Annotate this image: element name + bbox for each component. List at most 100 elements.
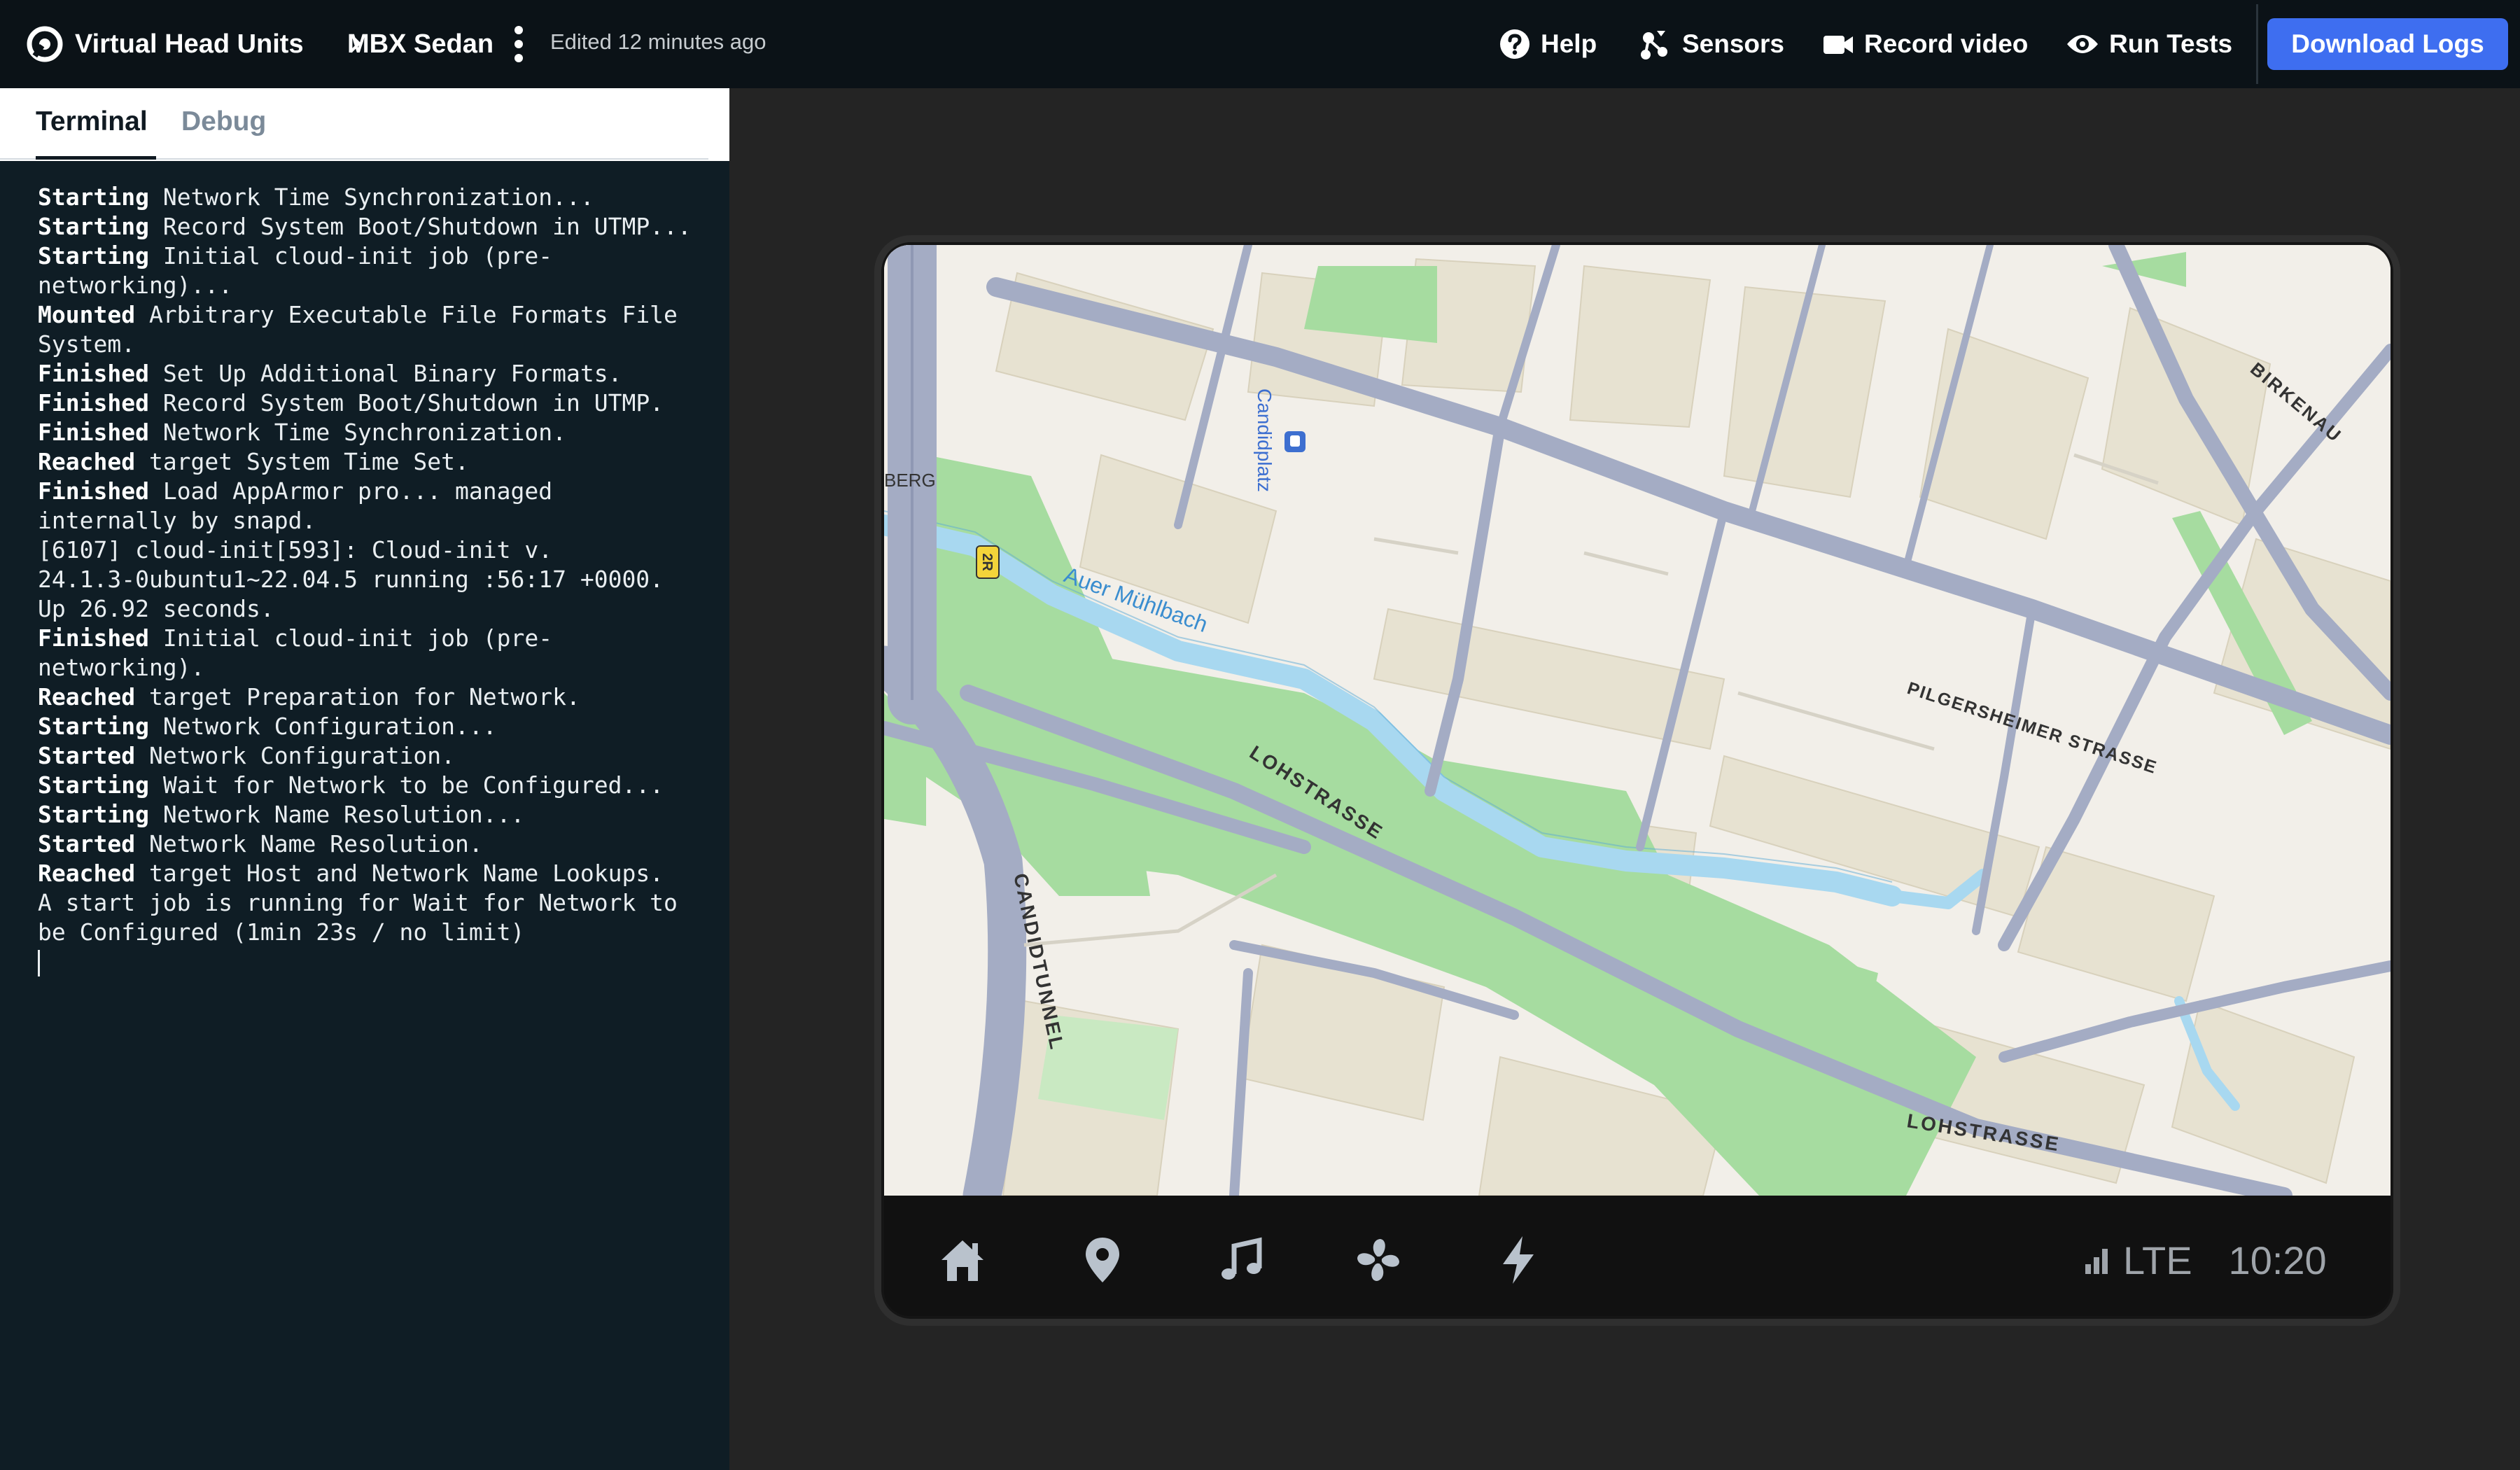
terminal-text: Record System Boot/Shutdown in UTMP. xyxy=(148,389,664,416)
route-shield-icon: 2R xyxy=(976,545,1000,579)
terminal-text: 24.1.3-0ubuntu1~22.04.5 running :56:17 +… xyxy=(38,566,664,593)
brand-logo-icon[interactable] xyxy=(27,26,63,62)
terminal-line: Starting Network Name Resolution... xyxy=(38,800,710,830)
terminal-line: Starting Network Time Synchronization... xyxy=(38,183,710,212)
terminal-text: Set Up Additional Binary Formats. xyxy=(148,360,622,387)
terminal-status: Mounted xyxy=(38,301,136,328)
terminal-text: Load AppArmor pro... managed xyxy=(148,477,553,505)
terminal-text: Network Name Resolution... xyxy=(148,801,525,828)
terminal-line: [6107] cloud-init[593]: Cloud-init v. xyxy=(38,536,710,565)
tab-debug[interactable]: Debug xyxy=(181,102,266,141)
terminal-status: Starting xyxy=(38,213,149,240)
terminal-status: Finished xyxy=(38,477,149,505)
terminal-line: Reached target System Time Set. xyxy=(38,447,710,477)
breadcrumb-virtual-head-units[interactable]: Virtual Head Units xyxy=(75,24,304,64)
help-button[interactable]: Help xyxy=(1499,21,1597,67)
terminal-text: Up 26.92 seconds. xyxy=(38,595,274,622)
map-label-candidplatz: Candidplatz xyxy=(1254,388,1275,492)
terminal-line: networking). xyxy=(38,653,710,682)
terminal-line: A start job is running for Wait for Netw… xyxy=(38,888,710,918)
terminal-line: Mounted Arbitrary Executable File Format… xyxy=(38,300,710,330)
music-note-icon[interactable] xyxy=(1213,1232,1269,1288)
terminal-line: 24.1.3-0ubuntu1~22.04.5 running :56:17 +… xyxy=(38,565,710,594)
video-camera-icon xyxy=(1823,36,1853,54)
terminal-line: internally by snapd. xyxy=(38,506,710,536)
terminal-status: Finished xyxy=(38,389,149,416)
status-area: LTE 10:20 xyxy=(2082,1238,2327,1282)
svg-text:2R: 2R xyxy=(979,553,995,571)
more-options-icon[interactable] xyxy=(509,24,528,64)
toolbar-divider xyxy=(2256,4,2258,84)
terminal-cursor xyxy=(38,950,40,976)
terminal-output[interactable]: Starting Network Time Synchronization...… xyxy=(38,183,710,976)
terminal-text: Initial cloud-init job (pre- xyxy=(148,242,553,270)
signal-strength-icon xyxy=(2085,1249,2108,1274)
terminal-text: target System Time Set. xyxy=(135,448,469,475)
terminal-status: Reached xyxy=(38,860,136,887)
terminal-text: [6107] cloud-init[593]: Cloud-init v. xyxy=(38,536,553,564)
terminal-status: Starting xyxy=(38,771,149,799)
help-label: Help xyxy=(1541,29,1597,58)
terminal-text: networking). xyxy=(38,654,205,681)
terminal-status: Starting xyxy=(38,183,149,211)
run-tests-button[interactable]: Run Tests xyxy=(2066,21,2232,67)
home-icon[interactable] xyxy=(934,1232,990,1288)
terminal-line: Up 26.92 seconds. xyxy=(38,594,710,624)
terminal-text: Record System Boot/Shutdown in UTMP... xyxy=(148,213,692,240)
terminal-text: Network Name Resolution. xyxy=(135,830,483,858)
clock: 10:20 xyxy=(2228,1238,2327,1282)
terminal-line: Starting Record System Boot/Shutdown in … xyxy=(38,212,710,241)
terminal-text: target Host and Network Name Lookups. xyxy=(135,860,664,887)
fan-icon[interactable] xyxy=(1350,1232,1406,1288)
breadcrumb-mbx-sedan[interactable]: MBX Sedan xyxy=(347,24,493,64)
head-unit-nav-bar: LTE 10:20 xyxy=(884,1196,2390,1316)
record-video-label: Record video xyxy=(1864,29,2029,58)
terminal-status: Started xyxy=(38,742,136,769)
map-view[interactable]: Candidplatz BERG Auer Mühlbach LOHSTRASS… xyxy=(884,245,2390,1196)
terminal-status: Reached xyxy=(38,448,136,475)
eye-icon xyxy=(2067,35,2098,53)
terminal-status: Started xyxy=(38,830,136,858)
sensors-label: Sensors xyxy=(1682,29,1785,58)
terminal-status: Starting xyxy=(38,713,149,740)
tab-terminal[interactable]: Terminal xyxy=(36,102,148,141)
edited-timestamp: Edited 12 minutes ago xyxy=(550,29,766,54)
terminal-line: Reached target Host and Network Name Loo… xyxy=(38,859,710,888)
terminal-status: Starting xyxy=(38,242,149,270)
terminal-panel: Terminal Debug Starting Network Time Syn… xyxy=(0,88,729,1470)
terminal-text: internally by snapd. xyxy=(38,507,316,534)
terminal-status: Starting xyxy=(38,801,149,828)
terminal-line: Started Network Configuration. xyxy=(38,741,710,771)
terminal-text: Initial cloud-init job (pre- xyxy=(148,624,553,652)
terminal-line: System. xyxy=(38,330,710,359)
network-type: LTE xyxy=(2123,1238,2192,1282)
terminal-text: Wait for Network to be Configured... xyxy=(148,771,664,799)
sensors-icon xyxy=(1641,31,1667,59)
terminal-text: Network Configuration. xyxy=(135,742,456,769)
download-logs-button[interactable]: Download Logs xyxy=(2267,18,2508,70)
terminal-line: Finished Network Time Synchronization. xyxy=(38,418,710,447)
terminal-text: Network Configuration... xyxy=(148,713,497,740)
terminal-line: Finished Load AppArmor pro... managed xyxy=(38,477,710,506)
terminal-text: be Configured (1min 23s / no limit) xyxy=(38,918,525,946)
terminal-text: Network Time Synchronization. xyxy=(148,419,566,446)
terminal-line: be Configured (1min 23s / no limit) xyxy=(38,918,710,947)
terminal-line: Starting Initial cloud-init job (pre- xyxy=(38,241,710,271)
terminal-line: Started Network Name Resolution. xyxy=(38,830,710,859)
terminal-text: networking)... xyxy=(38,272,233,299)
terminal-status: Finished xyxy=(38,360,149,387)
record-video-button[interactable]: Record video xyxy=(1822,21,2028,67)
lightning-icon[interactable] xyxy=(1490,1232,1546,1288)
location-pin-icon[interactable] xyxy=(1074,1232,1130,1288)
transit-stop-icon xyxy=(1284,431,1306,452)
terminal-status: Finished xyxy=(38,419,149,446)
sensors-button[interactable]: Sensors xyxy=(1639,21,1784,67)
terminal-line: networking)... xyxy=(38,271,710,300)
active-tab-indicator xyxy=(36,156,156,160)
terminal-line: Reached target Preparation for Network. xyxy=(38,682,710,712)
run-tests-label: Run Tests xyxy=(2109,29,2233,58)
top-bar: Virtual Head Units MBX Sedan Edited 12 m… xyxy=(0,0,2520,88)
tab-bar: Terminal Debug xyxy=(0,88,729,161)
terminal-text: target Preparation for Network. xyxy=(135,683,580,710)
terminal-text: A start job is running for Wait for Netw… xyxy=(38,889,678,916)
